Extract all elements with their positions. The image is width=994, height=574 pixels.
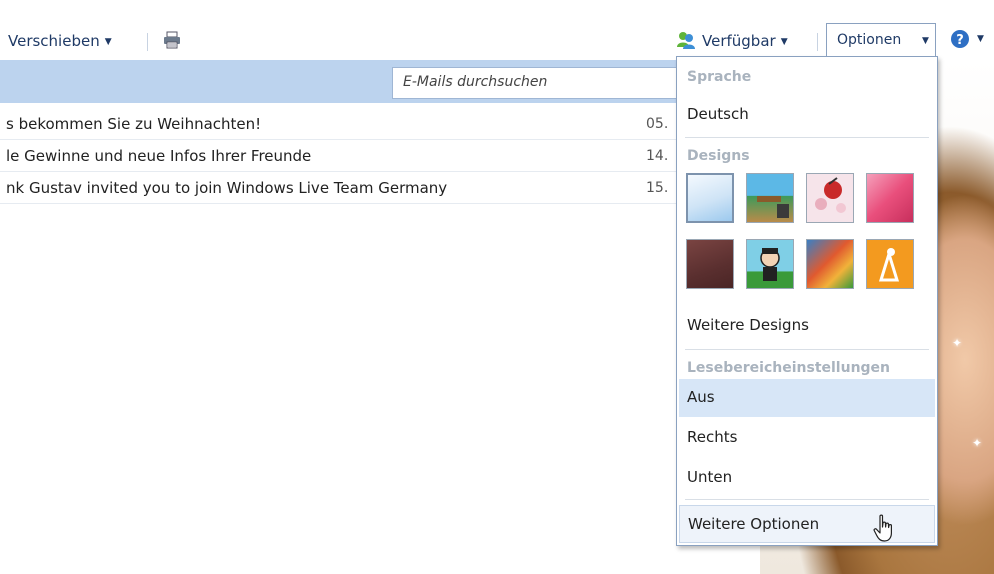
status-button[interactable]: Verfügbar ▼ bbox=[702, 32, 788, 50]
options-label: Optionen bbox=[837, 32, 902, 48]
search-input[interactable] bbox=[393, 68, 693, 96]
design-maroon-icon[interactable] bbox=[686, 239, 734, 289]
chevron-down-icon: ▼ bbox=[922, 36, 929, 46]
hand-cursor-icon bbox=[873, 514, 892, 542]
design-beach-icon[interactable] bbox=[746, 173, 794, 223]
reading-pane-off-label: Aus bbox=[687, 388, 715, 406]
reading-pane-bottom-label: Unten bbox=[687, 468, 733, 486]
move-label: Verschieben bbox=[8, 32, 100, 50]
presence-icon bbox=[677, 32, 695, 49]
help-icon[interactable]: ? bbox=[950, 29, 970, 49]
sparkle-icon: ✦ bbox=[972, 436, 983, 450]
language-heading: Sprache bbox=[687, 69, 752, 85]
message-subject: s bekommen Sie zu Weihnachten! bbox=[6, 115, 262, 133]
chevron-down-icon[interactable]: ▼ bbox=[977, 34, 984, 44]
options-button[interactable]: Optionen ▼ bbox=[826, 23, 936, 56]
toolbar-separator bbox=[817, 33, 818, 51]
move-button[interactable]: Verschieben ▼ bbox=[8, 32, 112, 50]
reading-pane-right[interactable]: Rechts bbox=[679, 419, 935, 457]
message-date: 14. bbox=[646, 148, 669, 164]
more-designs-label: Weitere Designs bbox=[687, 316, 809, 334]
svg-text:?: ? bbox=[956, 33, 964, 48]
message-subject: nk Gustav invited you to join Windows Li… bbox=[6, 179, 448, 197]
reading-pane-right-label: Rechts bbox=[687, 428, 738, 446]
menu-divider bbox=[685, 137, 929, 138]
design-plane-icon[interactable] bbox=[806, 239, 854, 289]
reading-pane-bottom[interactable]: Unten bbox=[679, 459, 935, 497]
menu-divider bbox=[685, 499, 929, 500]
reading-pane-off[interactable]: Aus bbox=[679, 379, 935, 417]
toolbar-separator bbox=[147, 33, 148, 51]
chevron-down-icon: ▼ bbox=[104, 37, 112, 47]
design-pink-icon[interactable] bbox=[866, 173, 914, 223]
more-designs-link[interactable]: Weitere Designs bbox=[679, 307, 935, 345]
message-date: 15. bbox=[646, 180, 669, 196]
message-row[interactable]: s bekommen Sie zu Weihnachten! 05. bbox=[0, 110, 680, 140]
status-label: Verfügbar bbox=[702, 32, 776, 50]
designs-heading: Designs bbox=[687, 148, 750, 164]
message-row[interactable]: le Gewinne und neue Infos Ihrer Freunde … bbox=[0, 142, 680, 172]
design-cartoon-icon[interactable] bbox=[746, 239, 794, 289]
sparkle-icon: ✦ bbox=[952, 336, 963, 350]
print-icon[interactable] bbox=[163, 31, 181, 49]
message-row[interactable]: nk Gustav invited you to join Windows Li… bbox=[0, 174, 680, 204]
toolbar: Verschieben ▼ Verfügbar ▼ Optionen ▼ ? ▼ bbox=[0, 0, 994, 60]
menu-divider bbox=[685, 349, 929, 350]
options-menu: Sprache Deutsch Designs Weitere Designs … bbox=[676, 56, 938, 546]
design-sky-icon[interactable] bbox=[686, 173, 734, 223]
chevron-down-icon: ▼ bbox=[780, 37, 788, 47]
language-selector[interactable]: Deutsch bbox=[679, 96, 935, 134]
design-flowers-icon[interactable] bbox=[806, 173, 854, 223]
message-date: 05. bbox=[646, 116, 669, 132]
message-subject: le Gewinne und neue Infos Ihrer Freunde bbox=[6, 147, 312, 165]
design-orange-icon[interactable] bbox=[866, 239, 914, 289]
more-options-label: Weitere Optionen bbox=[688, 515, 820, 533]
search-box[interactable] bbox=[392, 67, 693, 99]
reading-pane-heading: Lesebereicheinstellungen bbox=[687, 360, 891, 376]
language-value: Deutsch bbox=[687, 105, 749, 123]
